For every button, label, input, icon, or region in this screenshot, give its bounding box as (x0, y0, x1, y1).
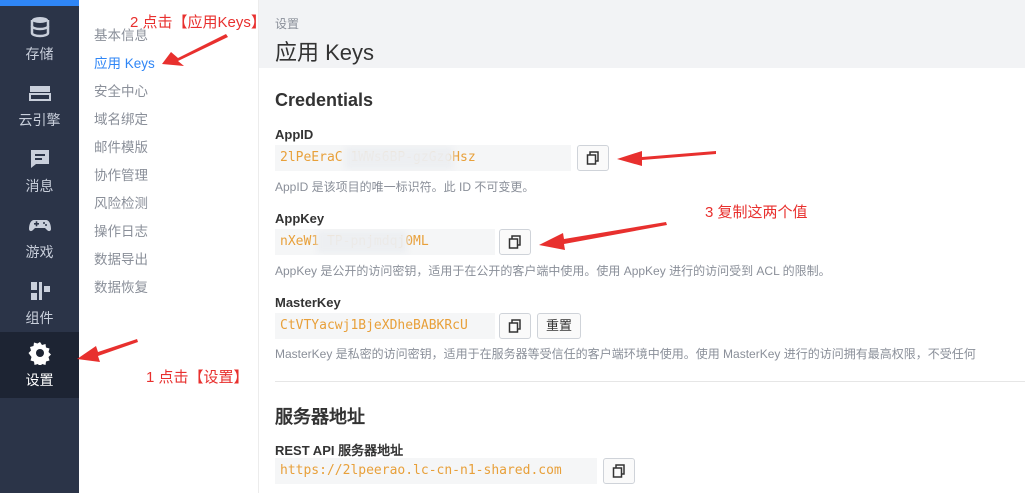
main-content: 设置 应用 Keys Credentials AppID 2lPeEraC 1W… (259, 0, 1025, 493)
submenu-item-risk-detection[interactable]: 风险检测 (94, 194, 148, 214)
submenu-item-collaboration[interactable]: 协作管理 (94, 166, 148, 186)
appid-label: AppID (275, 127, 314, 142)
appid-value[interactable]: 2lPeEraC 1WWs6BP-gzGzoHsz (275, 145, 571, 171)
annotation-step-3: 3 复制这两个值 (705, 204, 808, 221)
nav-item-label: 消息 (25, 177, 54, 194)
masterkey-text: CtVTYacwj1BjeXDheBABKRcU (280, 318, 468, 333)
masterkey-help-text: MasterKey 是私密的访问密钥，适用于在服务器等受信任的客户端环境中使用。… (275, 347, 976, 361)
submenu-item-app-keys[interactable]: 应用 Keys (94, 54, 155, 74)
breadcrumb: 设置 (275, 17, 300, 31)
database-icon (30, 16, 49, 37)
appkey-label: AppKey (275, 211, 325, 226)
nav-item-components[interactable]: 组件 (0, 270, 79, 336)
redaction-blur (345, 147, 453, 169)
main-nav-rail: 存储 云引擎 消息 游戏 组件 设置 (0, 0, 79, 493)
section-divider (275, 381, 1025, 382)
gamepad-icon (28, 219, 51, 231)
nav-item-label: 组件 (25, 309, 54, 326)
page-title: 应用 Keys (275, 40, 375, 65)
copy-rest-api-button[interactable] (603, 458, 635, 484)
nav-item-games[interactable]: 游戏 (0, 204, 79, 270)
page-header: 设置 应用 Keys (259, 0, 1025, 68)
appid-help-text: AppID 是该项目的唯一标识符。此 ID 不可变更。 (275, 180, 535, 194)
redaction-blur (317, 231, 407, 253)
annotation-step-2: 2 点击【应用Keys】 (130, 14, 266, 31)
copy-icon (612, 464, 625, 478)
nav-item-label: 云引擎 (18, 111, 61, 128)
copy-appid-button[interactable] (577, 145, 609, 171)
annotation-step-1: 1 点击【设置】 (146, 369, 249, 386)
rest-api-text: https://2lpeerao.lc-cn-n1-shared.com (280, 463, 562, 478)
nav-item-storage[interactable]: 存储 (0, 6, 79, 72)
nav-item-engine[interactable]: 云引擎 (0, 72, 79, 138)
copy-appkey-button[interactable] (499, 229, 531, 255)
nav-item-settings[interactable]: 设置 (0, 332, 79, 398)
nav-item-label: 设置 (25, 371, 54, 388)
submenu-item-data-restore[interactable]: 数据恢复 (94, 278, 148, 298)
server-section-title: 服务器地址 (275, 407, 365, 427)
copy-icon (508, 319, 521, 333)
copy-masterkey-button[interactable] (499, 313, 531, 339)
copy-icon (508, 235, 521, 249)
submenu-item-domain[interactable]: 域名绑定 (94, 110, 148, 130)
reset-masterkey-button[interactable]: 重置 (537, 313, 582, 339)
appkey-help-text: AppKey 是公开的访问密钥，适用于在公开的客户端中使用。使用 AppKey … (275, 264, 831, 278)
masterkey-label: MasterKey (275, 295, 341, 310)
masterkey-value[interactable]: CtVTYacwj1BjeXDheBABKRcU (275, 313, 495, 339)
rest-api-label: REST API 服务器地址 (275, 443, 404, 458)
gear-icon (28, 341, 51, 365)
rest-api-value[interactable]: https://2lpeerao.lc-cn-n1-shared.com (275, 458, 597, 484)
nav-item-label: 游戏 (25, 243, 54, 260)
submenu-item-data-export[interactable]: 数据导出 (94, 250, 148, 270)
components-icon (30, 281, 50, 300)
submenu-item-operation-log[interactable]: 操作日志 (94, 222, 148, 242)
message-icon (30, 149, 49, 168)
copy-icon (586, 151, 599, 165)
submenu-item-email-templates[interactable]: 邮件模版 (94, 138, 148, 158)
credentials-section-title: Credentials (275, 90, 374, 110)
nav-item-messages[interactable]: 消息 (0, 138, 79, 204)
appkey-value[interactable]: nXeW1 TP-pnjmdqj0ML (275, 229, 495, 255)
settings-submenu: 基本信息 应用 Keys 安全中心 域名绑定 邮件模版 协作管理 风险检测 操作… (79, 0, 259, 493)
server-icon (28, 85, 51, 101)
nav-item-label: 存储 (25, 45, 54, 62)
submenu-item-security[interactable]: 安全中心 (94, 82, 148, 102)
